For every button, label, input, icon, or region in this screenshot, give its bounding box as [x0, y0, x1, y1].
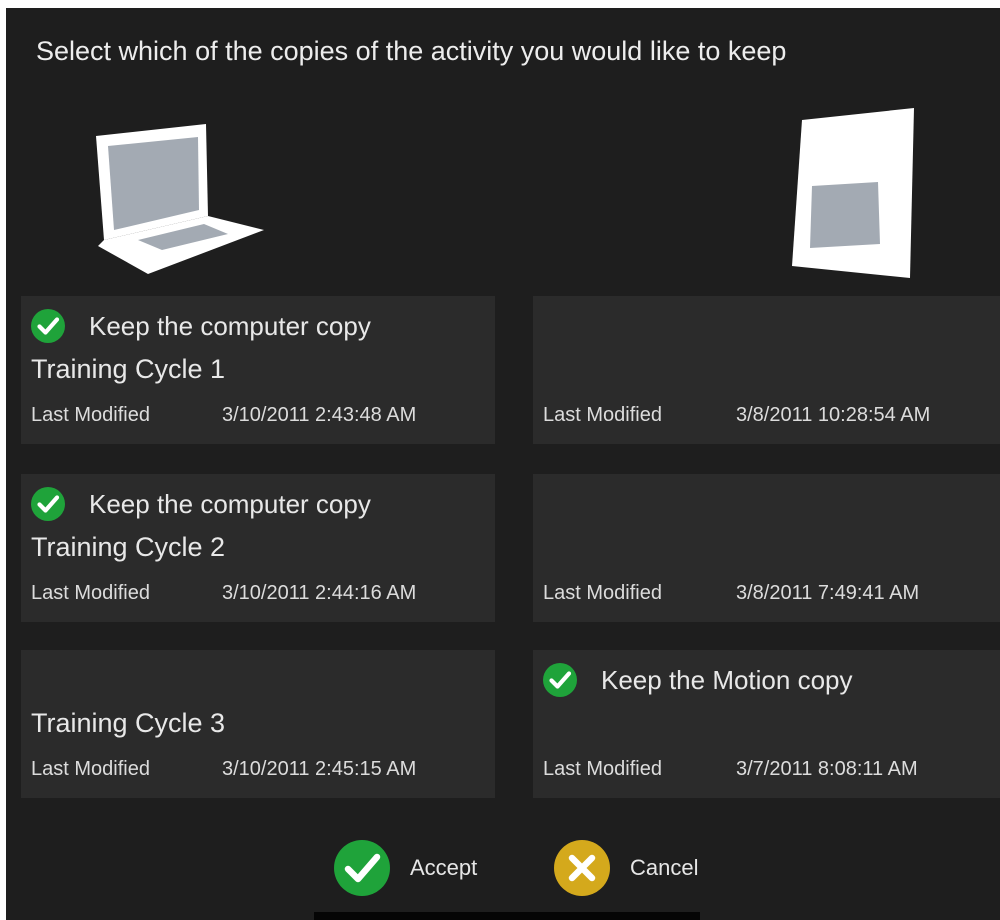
check-icon	[543, 663, 577, 697]
keep-indicator: Keep the Motion copy	[543, 662, 853, 698]
laptop-icon	[88, 118, 270, 283]
last-modified-value: 3/10/2011 2:44:16 AM	[222, 582, 417, 604]
activity-name: Training Cycle 2	[31, 532, 226, 562]
motion-copy-option-3[interactable]: Keep the Motion copy Last Modified 3/7/2…	[533, 650, 1000, 798]
activity-name: Training Cycle 1	[31, 354, 226, 384]
last-modified-value: 3/10/2011 2:45:15 AM	[222, 758, 417, 780]
computer-copy-option-2[interactable]: Keep the computer copy Training Cycle 2 …	[21, 474, 495, 622]
conflict-dialog: Select which of the copies of the activi…	[6, 8, 1000, 920]
close-icon	[554, 840, 610, 896]
keep-label: Keep the computer copy	[89, 488, 371, 519]
last-modified-label: Last Modified	[31, 582, 150, 604]
last-modified-value: 3/7/2011 8:08:11 AM	[736, 758, 918, 780]
motion-copy-option-2[interactable]: Last Modified 3/8/2011 7:49:41 AM	[533, 474, 1000, 622]
check-icon	[31, 487, 65, 521]
motion-copy-option-1[interactable]: Last Modified 3/8/2011 10:28:54 AM	[533, 296, 1000, 444]
cancel-button[interactable]: Cancel	[554, 840, 698, 896]
check-icon	[334, 840, 390, 896]
last-modified-label: Last Modified	[543, 404, 662, 426]
last-modified-label: Last Modified	[31, 404, 150, 426]
keep-indicator: Keep the computer copy	[31, 486, 371, 522]
computer-copy-option-3[interactable]: Training Cycle 3 Last Modified 3/10/2011…	[21, 650, 495, 798]
activity-name: Training Cycle 3	[31, 708, 226, 738]
dialog-title: Select which of the copies of the activi…	[36, 36, 787, 66]
accept-label: Accept	[410, 855, 478, 880]
tablet-icon	[786, 108, 926, 288]
keep-label: Keep the computer copy	[89, 310, 371, 341]
last-modified-label: Last Modified	[31, 758, 150, 780]
last-modified-value: 3/10/2011 2:43:48 AM	[222, 404, 417, 426]
computer-copy-option-1[interactable]: Keep the computer copy Training Cycle 1 …	[21, 296, 495, 444]
last-modified-label: Last Modified	[543, 582, 662, 604]
last-modified-value: 3/8/2011 10:28:54 AM	[736, 404, 931, 426]
check-icon	[31, 309, 65, 343]
cancel-label: Cancel	[630, 855, 699, 880]
bottom-strip	[314, 912, 700, 920]
accept-button[interactable]: Accept	[334, 840, 477, 896]
keep-label: Keep the Motion copy	[601, 664, 853, 695]
keep-indicator: Keep the computer copy	[31, 308, 371, 344]
last-modified-value: 3/8/2011 7:49:41 AM	[736, 582, 920, 604]
last-modified-label: Last Modified	[543, 758, 662, 780]
